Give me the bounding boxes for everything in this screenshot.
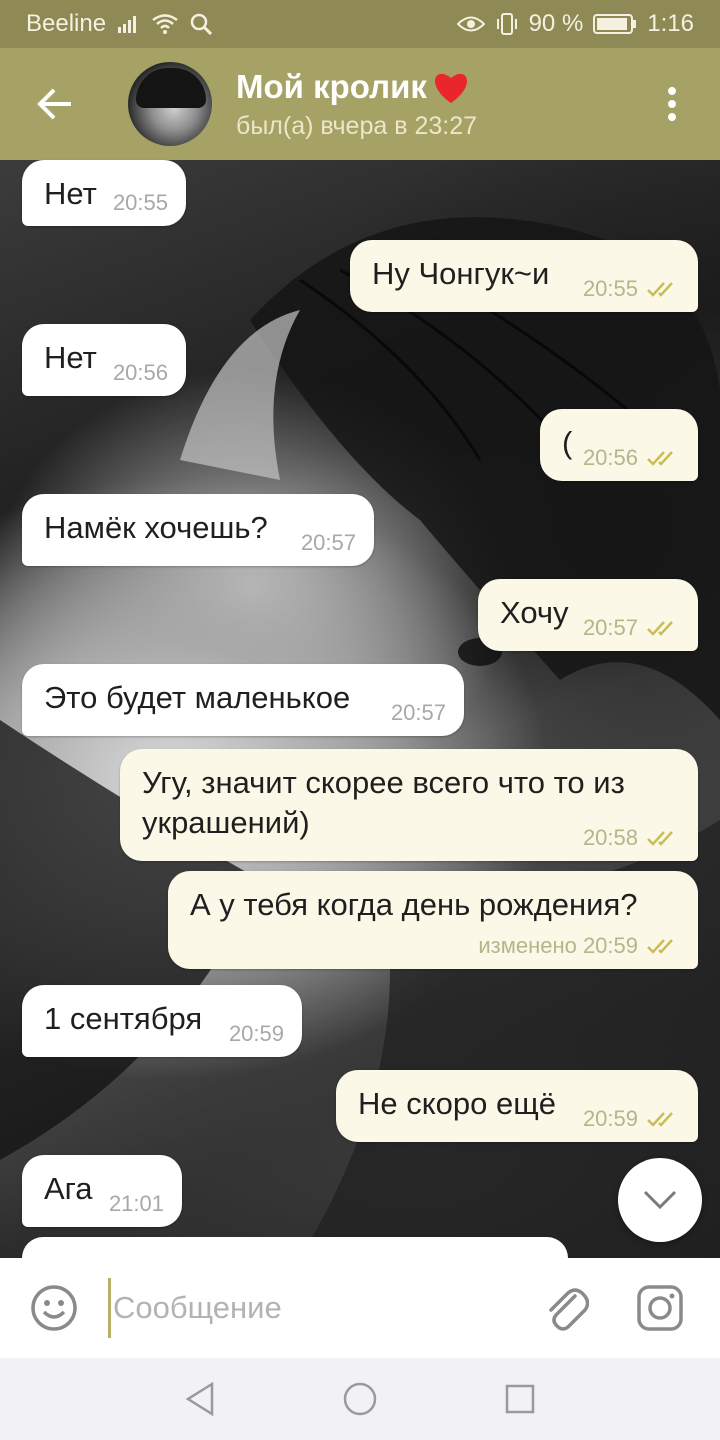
battery-percent: 90 % xyxy=(528,10,584,37)
message-meta: 20:56 xyxy=(583,445,680,471)
clock: 1:16 xyxy=(647,10,694,37)
message-meta: 20:55 xyxy=(583,276,680,302)
outgoing-message[interactable]: Не скоро ещё 20:59 xyxy=(336,1070,698,1142)
message-time: изменено 20:59 xyxy=(478,933,638,958)
status-bar: Beeline 90 % 1:16 xyxy=(0,0,720,48)
outgoing-message[interactable]: Ну Чонгук~и 20:55 xyxy=(350,240,698,312)
eye-icon xyxy=(456,15,485,33)
system-nav-bar xyxy=(0,1358,720,1440)
smiley-icon xyxy=(31,1285,77,1331)
message-meta: 20:59 xyxy=(229,1021,284,1047)
attach-button[interactable] xyxy=(522,1258,612,1358)
emoji-button[interactable] xyxy=(0,1258,108,1358)
battery-icon xyxy=(593,13,637,35)
incoming-message[interactable]: 1 сентября 20:59 xyxy=(22,985,302,1057)
double-check-icon xyxy=(647,831,673,846)
more-vert-icon xyxy=(668,87,676,121)
message-time: 20:59 xyxy=(228,1021,284,1046)
carrier-label: Beeline xyxy=(26,10,107,37)
double-check-icon xyxy=(647,1112,673,1127)
last-seen: был(а) вчера в 23:27 xyxy=(236,111,478,140)
incoming-message[interactable]: Это будет маленькое 20:57 xyxy=(22,664,464,736)
message-time: 21:01 xyxy=(108,1191,164,1216)
chat-title-block[interactable]: Мой кролик был(а) вчера в 23:27 xyxy=(236,68,477,141)
back-button[interactable] xyxy=(0,48,110,160)
message-time: 20:55 xyxy=(112,190,168,215)
outgoing-message[interactable]: (20:56 xyxy=(540,409,698,481)
heart-icon xyxy=(434,73,467,103)
camera-icon xyxy=(637,1285,683,1331)
message-input[interactable] xyxy=(108,1278,522,1338)
message-meta: 20:56 xyxy=(113,360,168,386)
chevron-down-icon xyxy=(643,1190,677,1210)
message-meta: 20:58 xyxy=(583,825,680,851)
vibrate-icon xyxy=(495,12,519,36)
wifi-icon xyxy=(152,14,178,34)
incoming-message[interactable]: Ага 21:01 xyxy=(22,1155,182,1227)
chat-title: Мой кролик xyxy=(236,68,477,106)
search-icon xyxy=(190,13,213,35)
message-meta: 20:59 xyxy=(583,1106,680,1132)
message-meta: 20:57 xyxy=(301,530,356,556)
message-time: 20:57 xyxy=(300,530,356,555)
message-input-bar xyxy=(0,1258,720,1358)
message-time: 20:56 xyxy=(582,445,638,470)
message-text: А у тебя когда день рождения? xyxy=(190,887,638,922)
message-time: 20:57 xyxy=(390,700,446,725)
message-time: 20:57 xyxy=(582,615,638,640)
message-meta: 20:55 xyxy=(113,190,168,216)
incoming-message[interactable]: Намёк хочешь? 20:57 xyxy=(22,494,374,566)
message-meta: 21:01 xyxy=(109,1191,164,1217)
nav-back-icon xyxy=(185,1382,214,1416)
camera-button[interactable] xyxy=(612,1258,708,1358)
paperclip-icon xyxy=(549,1288,589,1331)
nav-home-icon xyxy=(343,1382,377,1416)
double-check-icon xyxy=(647,282,673,297)
incoming-message-partial[interactable] xyxy=(22,1237,568,1258)
nav-home-button[interactable] xyxy=(330,1369,390,1429)
double-check-icon xyxy=(647,451,673,466)
outgoing-message[interactable]: Угу, значит скорее всего что то из украш… xyxy=(120,749,698,861)
chat-header: Мой кролик был(а) вчера в 23:27 xyxy=(0,48,720,160)
contact-name: Мой кролик xyxy=(236,67,427,105)
message-meta: изменено 20:59 xyxy=(478,933,680,959)
nav-back-button[interactable] xyxy=(170,1369,230,1429)
incoming-message[interactable]: Нет 20:55 xyxy=(22,160,186,226)
incoming-message[interactable]: Нет 20:56 xyxy=(22,324,186,396)
nav-recents-icon xyxy=(505,1384,535,1414)
signal-icon xyxy=(118,15,140,33)
double-check-icon xyxy=(647,939,673,954)
message-time: 20:59 xyxy=(582,1106,638,1131)
message-time: 20:55 xyxy=(582,276,638,301)
message-meta: 20:57 xyxy=(583,615,680,641)
message-time: 20:56 xyxy=(112,360,168,385)
message-text: Это будет маленькое xyxy=(44,680,351,715)
outgoing-message[interactable]: Хочу 20:57 xyxy=(478,579,698,651)
message-meta: 20:57 xyxy=(391,700,446,726)
more-button[interactable] xyxy=(624,48,720,160)
nav-recents-button[interactable] xyxy=(490,1369,550,1429)
scroll-down-button[interactable] xyxy=(618,1158,702,1242)
back-arrow-icon xyxy=(37,88,71,120)
avatar[interactable] xyxy=(128,62,212,146)
message-time: 20:58 xyxy=(582,825,638,850)
outgoing-message[interactable]: А у тебя когда день рождения? изменено 20… xyxy=(168,871,698,969)
double-check-icon xyxy=(647,621,673,636)
